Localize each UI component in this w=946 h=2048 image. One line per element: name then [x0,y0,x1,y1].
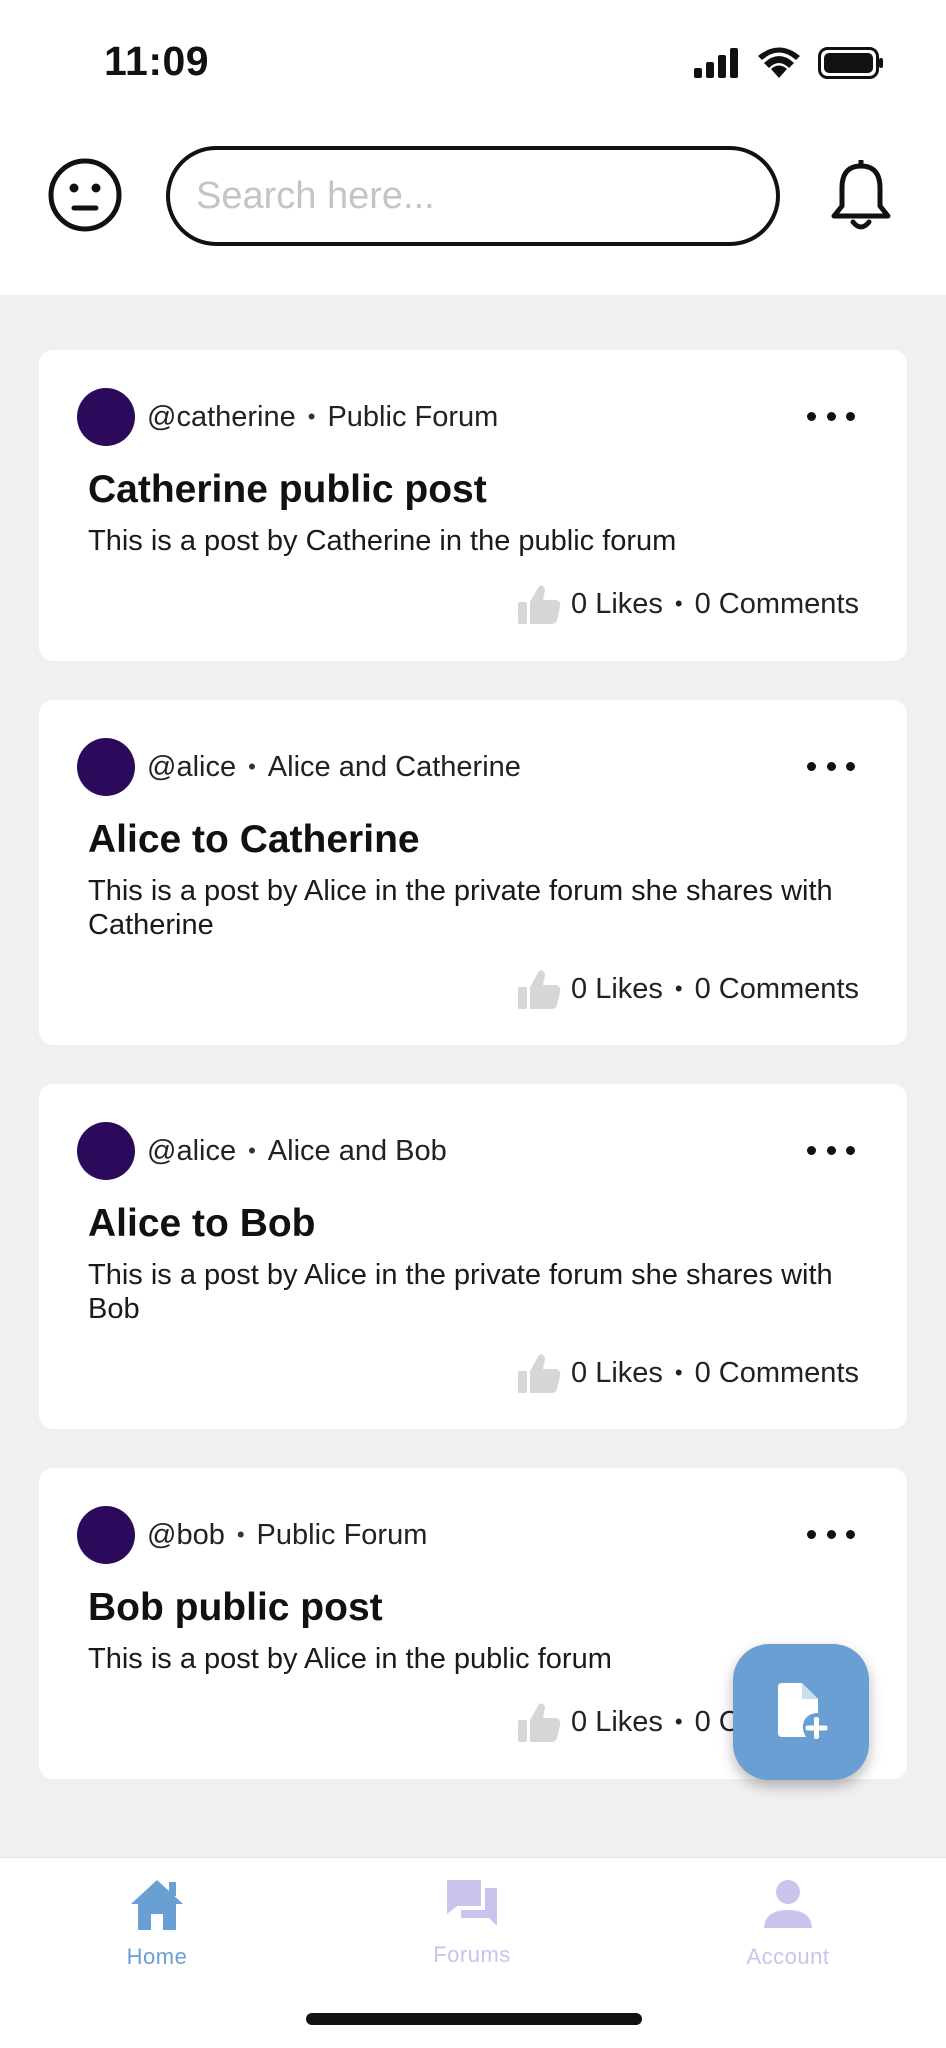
home-icon [131,1880,183,1930]
post-forum[interactable]: Alice and Bob [268,1135,447,1168]
separator-dot: • [674,1360,683,1385]
post-body: This is a post by Catherine in the publi… [88,525,677,557]
post-forum[interactable]: Alice and Catherine [268,751,521,784]
post-author[interactable]: @alice [147,751,236,784]
chat-bubbles-icon [447,1880,497,1926]
separator-dot: • [248,1138,256,1163]
nav-home[interactable]: Home [57,1878,257,1970]
post-title[interactable]: Bob public post [88,1586,383,1630]
top-bar: 11:09 [0,0,946,295]
author-avatar[interactable] [77,388,135,446]
comments-count[interactable]: 0 Comments [695,588,859,621]
thumbs-up-icon[interactable] [517,1700,561,1744]
signal-icon [694,48,738,78]
more-options-icon[interactable] [807,746,855,786]
status-icons [694,46,884,80]
neutral-face-icon[interactable] [48,158,122,232]
post-forum[interactable]: Public Forum [257,1519,428,1552]
post-title[interactable]: Alice to Catherine [88,818,420,862]
separator-dot: • [674,976,683,1001]
nav-home-label: Home [126,1944,188,1969]
person-icon [764,1880,812,1928]
post-title[interactable]: Catherine public post [88,468,487,512]
post-header: @catherine • Public Forum [77,388,869,446]
post-stats: 0 Likes • 0 Comments [517,967,859,1011]
author-avatar[interactable] [77,1122,135,1180]
more-options-icon[interactable] [807,396,855,436]
comments-count[interactable]: 0 Comments [695,1357,859,1390]
battery-icon [818,47,883,79]
post-author[interactable]: @alice [147,1135,236,1168]
nav-forums[interactable]: Forums [372,1878,572,1968]
home-indicator [306,2013,642,2025]
separator-dot: • [674,591,683,616]
nav-account-label: Account [746,1944,830,1969]
post-header: @alice • Alice and Bob [77,1122,869,1180]
comments-count[interactable]: 0 Comments [695,973,859,1006]
separator-dot: • [248,754,256,779]
nav-forums-label: Forums [433,1942,511,1967]
status-time: 11:09 [104,38,210,84]
likes-count: 0 Likes [571,1705,663,1738]
bell-icon[interactable] [830,160,892,234]
post-author[interactable]: @bob [147,1519,225,1552]
separator-dot: • [236,1522,245,1547]
new-post-button[interactable] [733,1644,869,1780]
post-body: This is a post by Alice in the private f… [88,1259,833,1325]
nav-account[interactable]: Account [688,1878,888,1970]
thumbs-up-icon[interactable] [517,1351,561,1395]
search-input[interactable] [166,146,780,246]
post-card[interactable]: @alice • Alice and Catherine Alice to Ca… [39,700,907,1045]
wifi-icon [758,47,800,78]
thumbs-up-icon[interactable] [517,967,561,1011]
new-post-icon [778,1683,828,1739]
post-stats: 0 Likes • 0 Comments [517,582,859,626]
likes-count: 0 Likes [571,1356,663,1389]
post-card[interactable]: @alice • Alice and Bob Alice to Bob This… [39,1084,907,1429]
post-header: @bob • Public Forum [77,1506,869,1564]
post-author[interactable]: @catherine [147,401,296,434]
post-body: This is a post by Alice in the private f… [88,875,833,941]
author-avatar[interactable] [77,738,135,796]
thumbs-up-icon[interactable] [517,582,561,626]
post-header: @alice • Alice and Catherine [77,738,869,796]
author-avatar[interactable] [77,1506,135,1564]
likes-count: 0 Likes [571,587,663,620]
likes-count: 0 Likes [571,972,663,1005]
more-options-icon[interactable] [807,1130,855,1170]
post-stats: 0 Likes • 0 Comments [517,1351,859,1395]
post-forum[interactable]: Public Forum [327,401,498,434]
post-title[interactable]: Alice to Bob [88,1202,316,1246]
separator-dot: • [307,404,316,429]
more-options-icon[interactable] [807,1514,855,1554]
separator-dot: • [674,1709,683,1734]
post-card[interactable]: @catherine • Public Forum Catherine publ… [39,350,907,661]
